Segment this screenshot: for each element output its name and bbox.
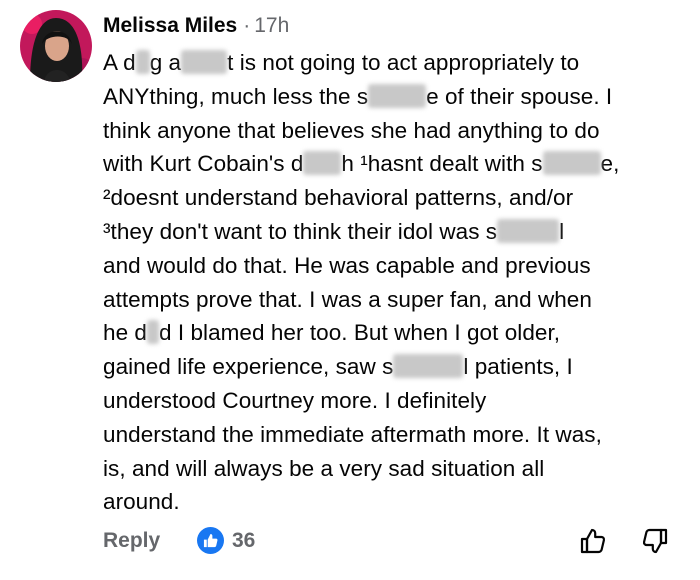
comment-text: he d — [103, 320, 147, 346]
avatar[interactable] — [20, 10, 92, 82]
comment-line: with Kurt Cobain's d h ¹hasnt dealt with … — [103, 147, 683, 181]
author-name[interactable]: Melissa Miles — [103, 14, 237, 37]
comment-text: l patients, I — [463, 354, 573, 380]
comment-line: understood Courtney more. I definitely — [103, 387, 487, 413]
reply-button[interactable]: Reply — [103, 529, 160, 553]
upvote-button[interactable] — [578, 526, 608, 556]
redaction-blur — [147, 320, 159, 345]
redaction-blur — [393, 354, 464, 379]
redaction-blur — [368, 83, 427, 108]
comment-line: gained life experience, saw s l patients,… — [103, 350, 683, 384]
thumbs-up-icon — [197, 527, 224, 554]
comment-line: A d g a t is not going to act appropriatel… — [103, 46, 683, 80]
comment-text: l — [559, 218, 565, 244]
comment-line: ³they don't want to think their idol was… — [103, 215, 683, 249]
comment-line: attempts prove that. I was a super fan, … — [103, 286, 592, 312]
redaction-blur — [135, 50, 150, 74]
comment-line: ANYthing, much less the s e of their spou… — [103, 80, 683, 114]
redaction-blur — [303, 151, 342, 176]
reaction-summary[interactable]: 36 — [197, 527, 255, 554]
redaction-blur — [497, 218, 560, 243]
comment-text: h ¹hasnt dealt with s — [341, 151, 543, 177]
like-count: 36 — [232, 528, 256, 552]
comment-text: ANYthing, much less the s — [103, 83, 369, 109]
comment-line: around. — [103, 489, 180, 515]
comment-actions: Reply — [103, 527, 160, 555]
comment-line: he d d I blamed her too. But when I got o… — [103, 316, 683, 350]
comment-line: and would do that. He was capable and pr… — [103, 252, 591, 278]
header-separator: · — [243, 14, 251, 37]
comment-text: d I blamed her too. But when I got older… — [159, 320, 561, 346]
comment-line: ²doesnt understand behavioral patterns, … — [103, 185, 574, 211]
comment-text: A d — [103, 50, 136, 75]
comment-text: g a — [149, 50, 182, 75]
redaction-blur — [542, 151, 601, 176]
comment-header: Melissa Miles · 17h — [103, 12, 289, 40]
comment-text: e, — [600, 151, 620, 177]
timestamp[interactable]: 17h — [254, 14, 289, 37]
comment-text: with Kurt Cobain's d — [103, 151, 304, 177]
thumb-down-outline-icon — [642, 528, 668, 554]
comment-body: A d g a t is not going to act appropriatel… — [103, 46, 683, 519]
thumb-up-outline-icon — [580, 528, 606, 554]
comment-text: ³they don't want to think their idol was… — [103, 218, 498, 244]
comment-text: t is not going to act appropriately to — [227, 50, 580, 75]
downvote-button[interactable] — [640, 526, 670, 556]
redaction-blur — [181, 50, 228, 74]
comment-text: gained life experience, saw s — [103, 354, 394, 380]
comment-line: think anyone that believes she had anyth… — [103, 117, 600, 143]
avatar-image — [20, 10, 92, 82]
comment-line: is, and will always be a very sad situat… — [103, 455, 545, 481]
comment-text: e of their spouse. I — [426, 83, 613, 109]
comment-line: understand the immediate aftermath more.… — [103, 421, 602, 447]
